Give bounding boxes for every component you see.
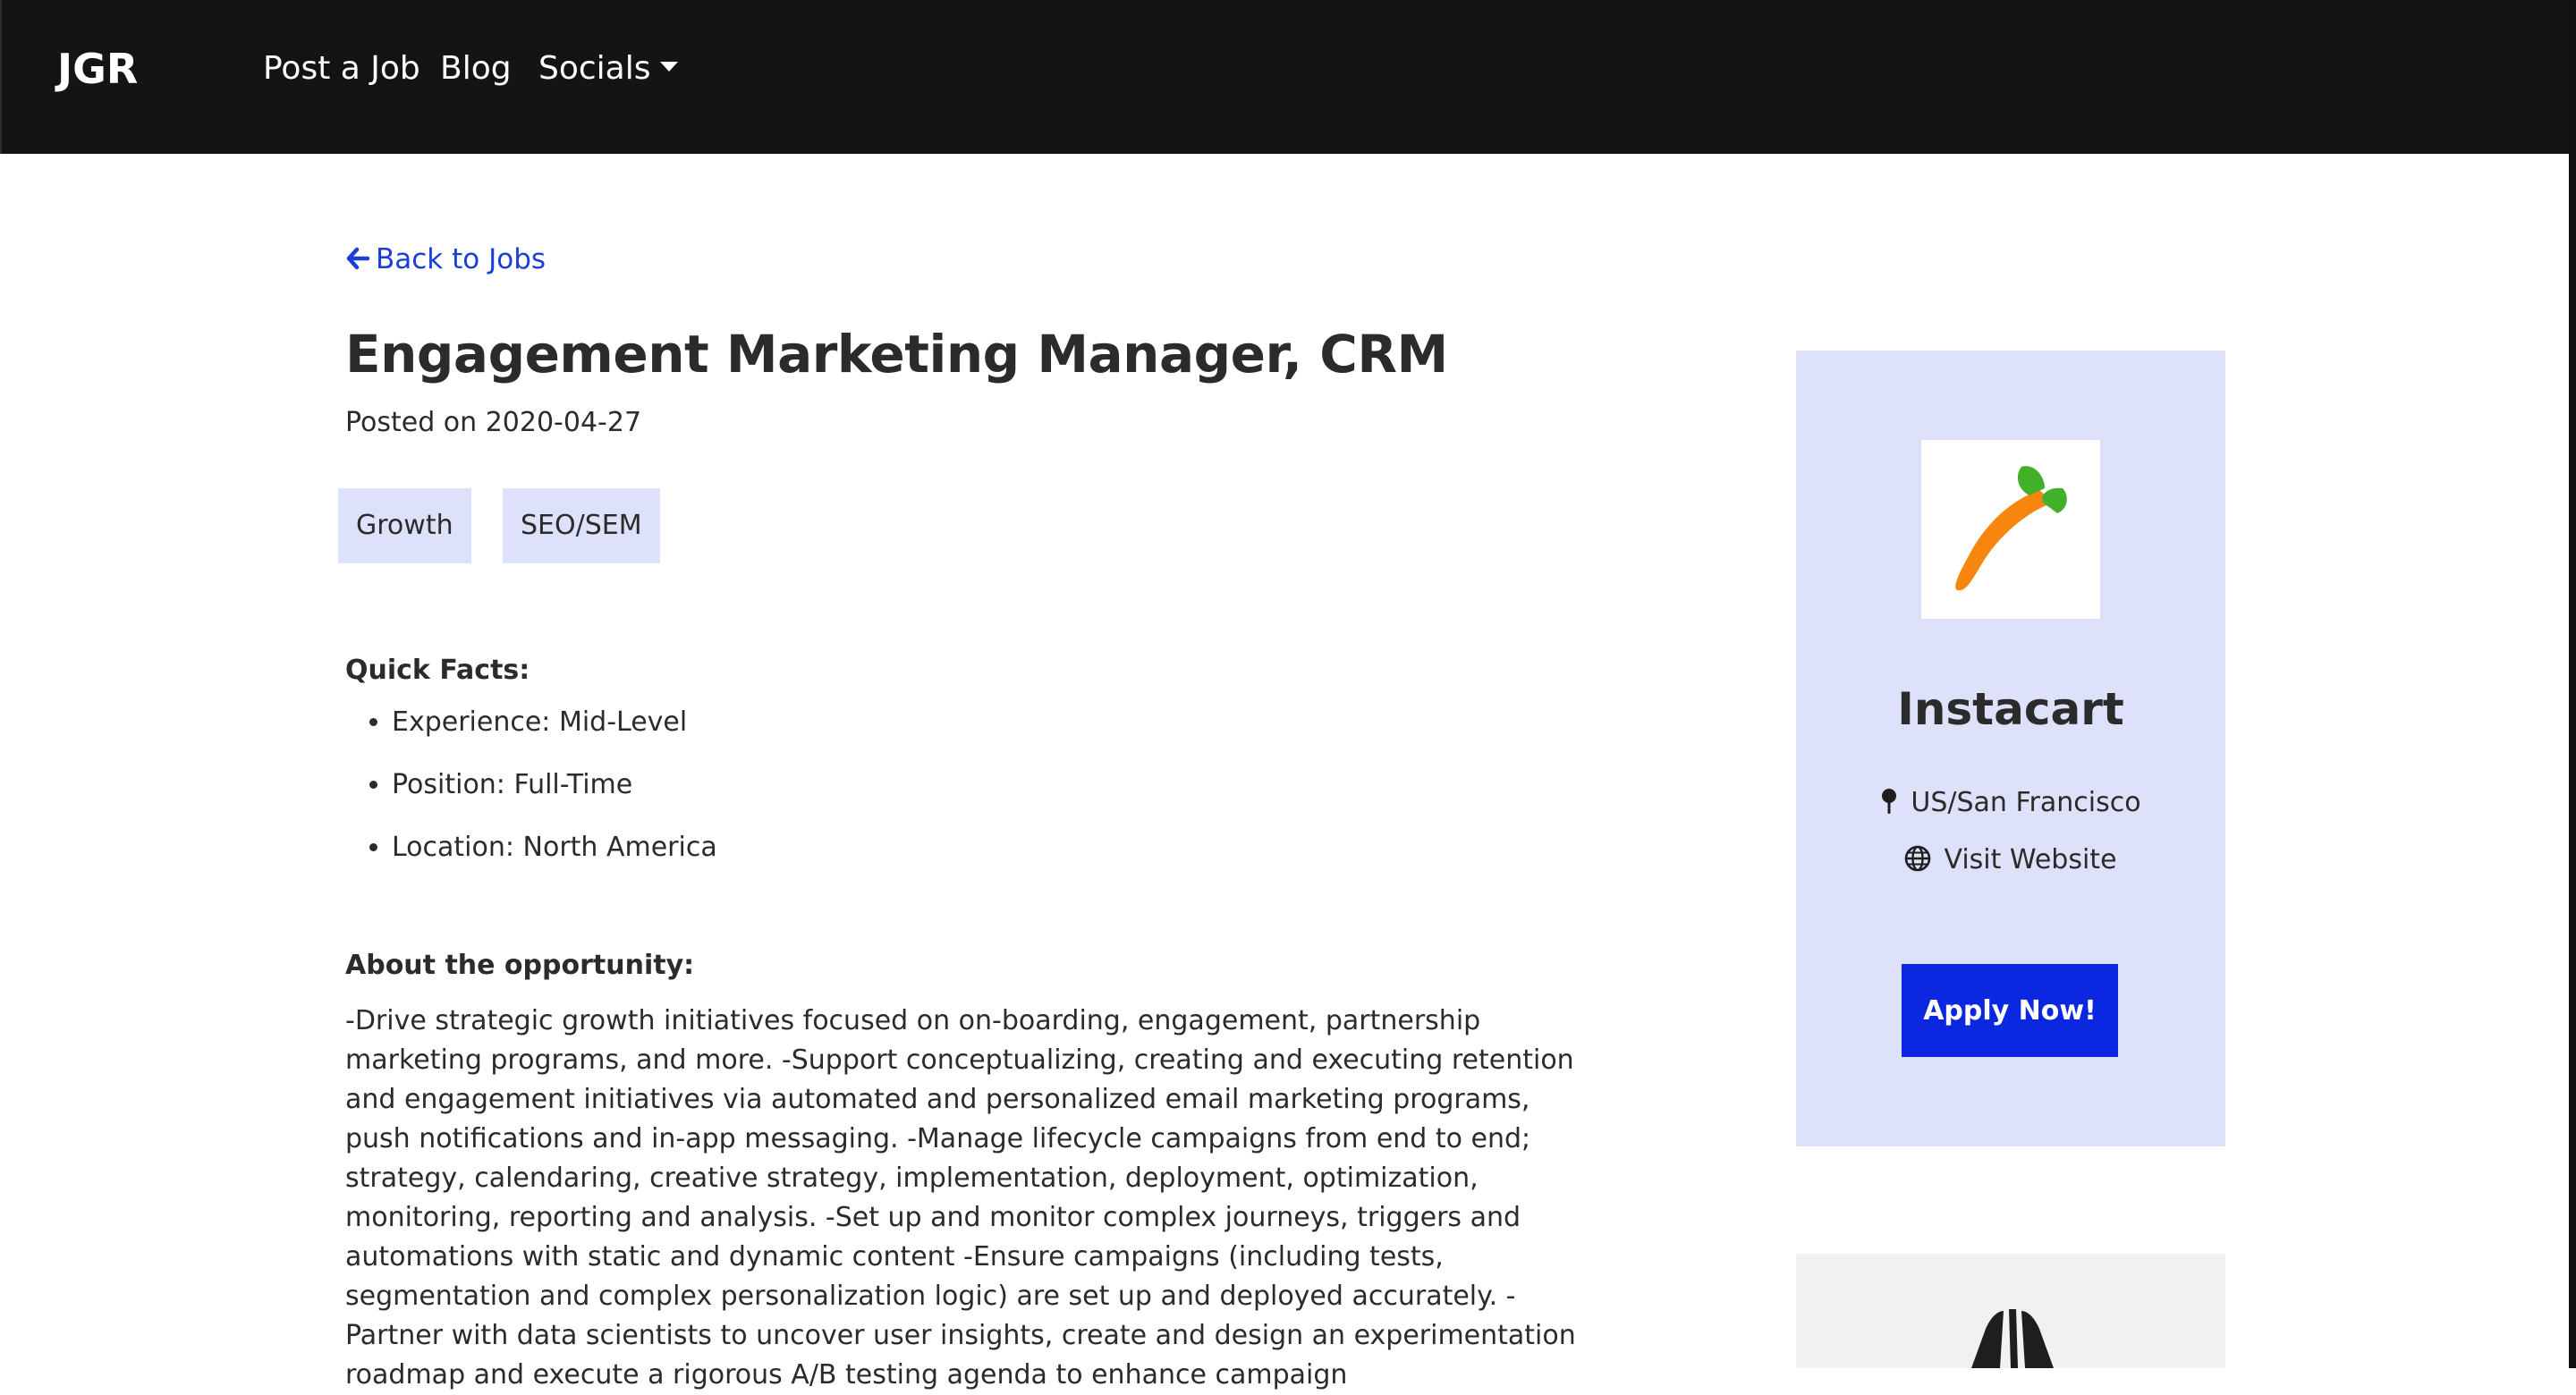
caret-down-icon [659, 61, 678, 72]
company-card: Instacart US/San Francisco Visit Website… [1796, 351, 2225, 1146]
tag-growth[interactable]: Growth [338, 488, 471, 563]
window-edge [2569, 0, 2576, 1368]
quick-facts-list: Experience: Mid-Level Position: Full-Tim… [345, 706, 717, 894]
tag-seo-sem[interactable]: SEO/SEM [503, 488, 660, 563]
about-description: -Drive strategic growth initiatives focu… [345, 1005, 1576, 1391]
nav-link-post-a-job[interactable]: Post a Job [263, 50, 420, 87]
visit-website-link[interactable]: Visit Website [1796, 844, 2225, 875]
fact-experience: Experience: Mid-Level [392, 706, 717, 769]
back-to-jobs-label: Back to Jobs [376, 243, 547, 275]
map-pin-icon [1882, 788, 1897, 814]
apply-now-button[interactable]: Apply Now! [1902, 964, 2118, 1057]
quick-facts-heading: Quick Facts: [345, 655, 530, 686]
carrot-icon [1955, 466, 2067, 591]
nav-dropdown-socials[interactable]: Socials [538, 50, 678, 87]
fact-position: Position: Full-Time [392, 769, 717, 832]
back-to-jobs-link[interactable]: Back to Jobs [345, 243, 546, 275]
nav-dropdown-socials-label: Socials [538, 50, 651, 87]
job-title: Engagement Marketing Manager, CRM [345, 324, 1448, 385]
partial-logo-icon [1971, 1309, 2054, 1368]
company-logo[interactable] [1921, 440, 2100, 619]
company-location: US/San Francisco [1796, 787, 2225, 818]
visit-website-label: Visit Website [1944, 844, 2117, 875]
posted-date: Posted on 2020-04-27 [345, 407, 642, 438]
company-location-label: US/San Francisco [1911, 787, 2141, 818]
top-navbar: JGR Post a Job Blog Socials [0, 0, 2571, 154]
fact-location: Location: North America [392, 832, 717, 894]
arrow-left-icon [346, 247, 370, 269]
secondary-card [1796, 1254, 2225, 1368]
about-heading: About the opportunity: [345, 950, 695, 981]
brand-logo[interactable]: JGR [57, 45, 138, 93]
company-name: Instacart [1897, 683, 2124, 735]
nav-link-blog[interactable]: Blog [440, 50, 512, 87]
globe-icon [1905, 845, 1931, 871]
